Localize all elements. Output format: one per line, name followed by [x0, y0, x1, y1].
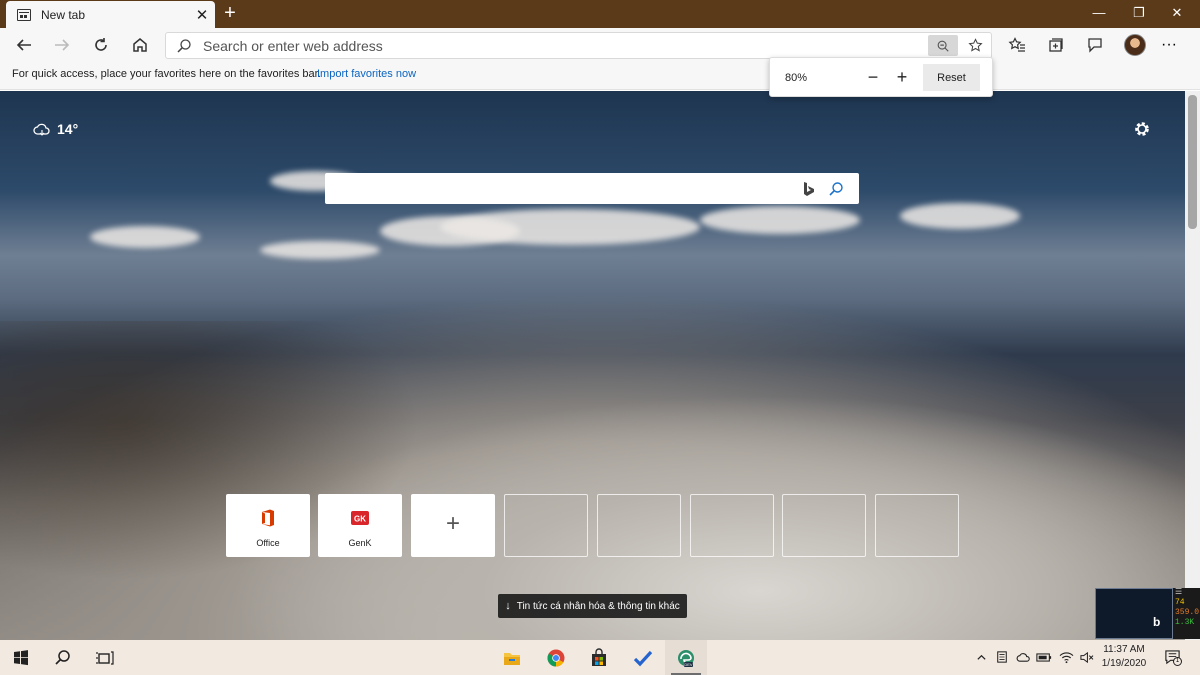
favorites-icon[interactable]	[1003, 32, 1031, 58]
todo-icon[interactable]	[622, 640, 664, 675]
weather-temperature: 14°	[57, 121, 79, 137]
favorites-bar-hint: For quick access, place your favorites h…	[12, 68, 321, 80]
feedback-icon[interactable]	[1081, 32, 1109, 58]
search-icon	[177, 39, 191, 53]
empty-quick-link-slot	[782, 494, 866, 557]
system-clock[interactable]: 11:37 AM 1/19/2020	[1098, 643, 1150, 671]
background-cloud	[90, 226, 200, 248]
store-icon[interactable]	[578, 640, 620, 675]
onedrive-icon[interactable]	[1015, 649, 1031, 665]
arrow-down-icon: ↓	[505, 600, 511, 612]
home-icon[interactable]	[126, 32, 154, 58]
svg-text:GK: GK	[354, 515, 366, 524]
file-explorer-icon[interactable]	[491, 640, 533, 675]
zoom-level: 80%	[785, 72, 808, 84]
quick-link-genk[interactable]: GK GenK	[318, 494, 402, 557]
system-stats-overlay: ☰ 74 359.0 1.3K	[1173, 588, 1200, 639]
zoom-popup: 80% − + Reset	[769, 57, 993, 97]
notification-icon[interactable]: 1	[1163, 648, 1182, 666]
cloud-icon	[33, 123, 50, 136]
more-icon[interactable]: ···	[1155, 32, 1183, 58]
background-cloud	[900, 203, 1020, 229]
title-bar: New tab ✕ + — ❐ ✕	[0, 0, 1200, 28]
profile-avatar[interactable]	[1124, 34, 1146, 56]
star-icon[interactable]	[964, 35, 986, 56]
taskbar: DEV 11:37 AM 1/19/2020 1	[0, 640, 1200, 675]
stat-value: 74	[1175, 598, 1185, 607]
weather-widget[interactable]: 14°	[33, 121, 78, 137]
notification-badge: 1	[1173, 657, 1182, 666]
new-tab-page: 14° Office GK GenK + ↓ Tin tức cá nhân h…	[0, 91, 1185, 640]
web-search-input[interactable]	[335, 173, 795, 204]
web-search-box[interactable]	[325, 173, 859, 204]
background-cloud	[260, 241, 380, 259]
close-window-button[interactable]: ✕	[1154, 0, 1200, 28]
background-cloud	[700, 206, 860, 234]
svg-text:DEV: DEV	[684, 662, 693, 667]
gear-icon[interactable]	[1132, 119, 1152, 139]
zoom-in-button[interactable]: +	[890, 66, 914, 90]
genk-icon: GK	[351, 511, 369, 525]
empty-quick-link-slot	[597, 494, 681, 557]
import-favorites-link[interactable]: Import favorites now	[317, 68, 416, 80]
empty-quick-link-slot	[690, 494, 774, 557]
zoom-reset-button[interactable]: Reset	[923, 64, 980, 91]
newtab-icon	[17, 8, 31, 21]
favorites-bar: For quick access, place your favorites h…	[0, 62, 1200, 90]
refresh-icon[interactable]	[87, 32, 115, 58]
battery-icon[interactable]	[1036, 649, 1052, 665]
empty-quick-link-slot	[504, 494, 588, 557]
address-input[interactable]	[203, 33, 923, 58]
quick-link-office[interactable]: Office	[226, 494, 310, 557]
clock-time: 11:37 AM	[1103, 644, 1145, 655]
office-icon	[262, 509, 274, 527]
tab-title: New tab	[41, 7, 86, 22]
zoom-out-button[interactable]: −	[861, 66, 885, 90]
bing-icon[interactable]	[802, 181, 816, 197]
scroll-thumb[interactable]	[1188, 95, 1197, 229]
tab-close-icon[interactable]: ✕	[189, 6, 215, 24]
background-cloud	[440, 209, 700, 245]
ime-icon[interactable]	[994, 649, 1010, 665]
clock-date: 1/19/2020	[1101, 658, 1147, 669]
empty-quick-link-slot	[875, 494, 959, 557]
volume-muted-icon[interactable]	[1078, 649, 1094, 665]
back-icon[interactable]	[10, 32, 38, 58]
tab-new-tab[interactable]: New tab ✕	[6, 1, 215, 28]
search-icon[interactable]	[828, 181, 844, 197]
toolbar: ···	[0, 28, 1200, 62]
news-button-label: Tin tức cá nhân hóa & thông tin khác	[516, 600, 680, 612]
collections-icon[interactable]	[1042, 32, 1070, 58]
stat-value: 1.3K	[1175, 618, 1195, 627]
personalized-news-button[interactable]: ↓ Tin tức cá nhân hóa & thông tin khác	[498, 594, 687, 618]
wifi-icon[interactable]	[1058, 649, 1074, 665]
add-quick-link-button[interactable]: +	[411, 494, 495, 557]
search-icon[interactable]	[42, 640, 84, 675]
chrome-icon[interactable]	[535, 640, 577, 675]
task-view-icon[interactable]	[84, 640, 126, 675]
forward-icon[interactable]	[48, 32, 76, 58]
mini-preview-icon: b	[1153, 615, 1161, 629]
zoom-icon[interactable]	[928, 35, 958, 56]
page-scrollbar[interactable]	[1185, 91, 1200, 640]
menu-lines-icon: ☰	[1175, 588, 1183, 597]
mini-preview-overlay: b	[1095, 588, 1173, 639]
chevron-up-icon[interactable]	[973, 649, 989, 665]
quick-link-label: Office	[256, 538, 280, 548]
start-icon[interactable]	[0, 640, 42, 675]
add-icon: +	[445, 510, 460, 537]
new-tab-button[interactable]: +	[218, 2, 242, 26]
edge-dev-icon[interactable]: DEV	[665, 640, 707, 675]
stat-value: 359.0	[1175, 608, 1200, 617]
address-bar[interactable]	[165, 32, 992, 59]
quick-link-label: GenK	[348, 538, 372, 548]
